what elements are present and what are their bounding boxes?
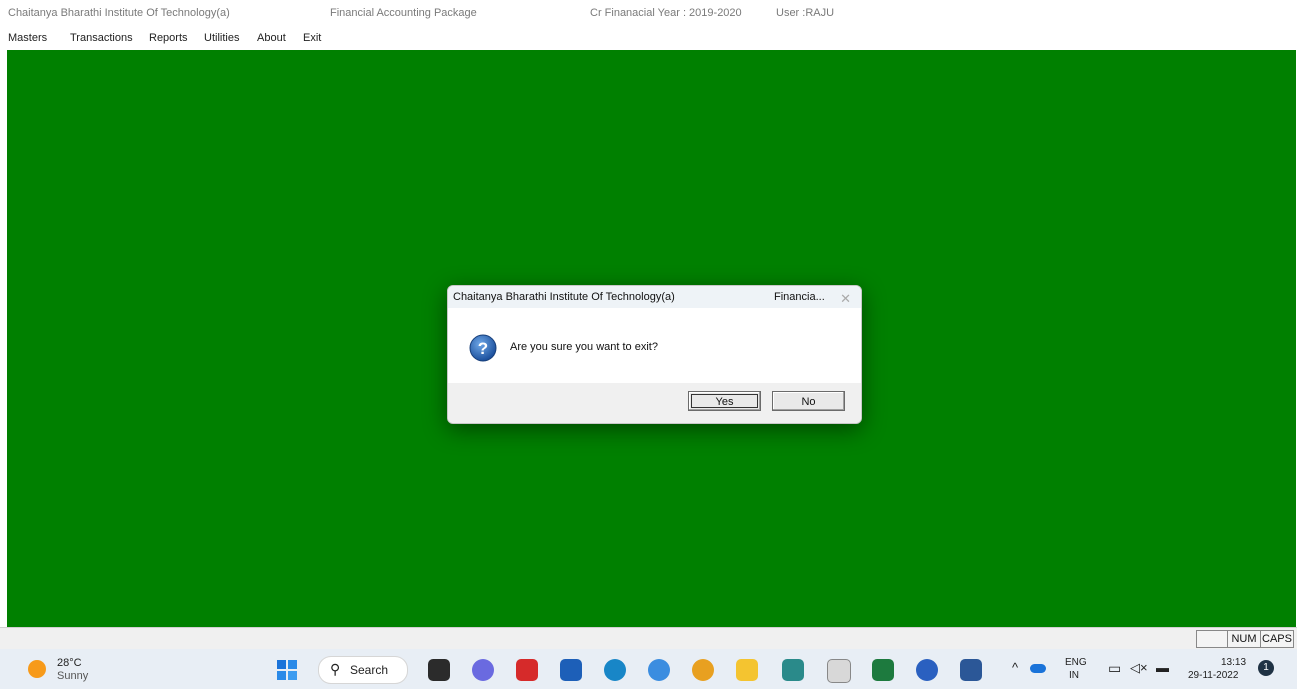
institute-name: Chaitanya Bharathi Institute Of Technolo… [8, 7, 230, 19]
language-region[interactable]: IN [1069, 670, 1079, 681]
chrome-icon[interactable] [692, 659, 714, 681]
financial-year: Cr Finanacial Year : 2019-2020 [590, 7, 742, 19]
menu-reports[interactable]: Reports [149, 32, 188, 44]
volume-icon[interactable]: ◁× [1130, 660, 1148, 676]
question-icon: ? [469, 334, 497, 362]
clock-date[interactable]: 29-11-2022 [1188, 670, 1238, 681]
menu-utilities[interactable]: Utilities [204, 32, 239, 44]
store-icon[interactable] [560, 659, 582, 681]
battery-icon[interactable]: ▬ [1156, 660, 1169, 675]
menu-exit[interactable]: Exit [303, 32, 321, 44]
svg-text:?: ? [478, 339, 488, 358]
weather-condition[interactable]: Sunny [57, 670, 88, 682]
current-user: User :RAJU [776, 7, 835, 19]
globe-icon[interactable] [916, 659, 938, 681]
word-icon[interactable] [960, 659, 982, 681]
search-label: Search [350, 663, 389, 677]
chevron-up-icon[interactable]: ^ [1012, 660, 1018, 675]
file-explorer-icon[interactable] [736, 659, 758, 681]
language-code[interactable]: ENG [1065, 657, 1087, 668]
search-icon: ⚲ [330, 661, 341, 677]
notification-badge[interactable]: 1 [1258, 660, 1274, 676]
chat-icon[interactable] [472, 659, 494, 681]
taskbar: 28°C Sunny ⚲ Search ^ ENG IN ▭ ◁× ▬ 13:1… [0, 649, 1297, 689]
taskbar-search[interactable]: ⚲ Search [318, 656, 408, 684]
help-app-icon[interactable] [648, 659, 670, 681]
app-icon[interactable] [782, 659, 804, 681]
dialog-footer: Yes No [448, 383, 861, 423]
dialog-title-bar[interactable]: Chaitanya Bharathi Institute Of Technolo… [448, 286, 861, 308]
onedrive-icon[interactable] [1030, 664, 1046, 673]
task-view-icon[interactable] [428, 659, 450, 681]
dialog-message: Are you sure you want to exit? [510, 341, 658, 353]
status-caps: CAPS [1260, 630, 1294, 648]
clock-time[interactable]: 13:13 [1221, 657, 1246, 668]
excel-icon[interactable] [872, 659, 894, 681]
yes-button[interactable]: Yes [688, 391, 761, 411]
app-title-bar: Chaitanya Bharathi Institute Of Technolo… [0, 0, 1297, 30]
dialog-body: ? Are you sure you want to exit? [448, 308, 861, 383]
menu-transactions[interactable]: Transactions [70, 32, 133, 44]
menu-masters[interactable]: Masters [8, 32, 47, 44]
notebook-icon[interactable] [827, 659, 851, 683]
status-num: NUM [1227, 630, 1261, 648]
package-name: Financial Accounting Package [330, 7, 477, 19]
edge-icon[interactable] [604, 659, 626, 681]
acrobat-icon[interactable] [516, 659, 538, 681]
status-cell-blank [1196, 630, 1228, 648]
dialog-title: Chaitanya Bharathi Institute Of Technolo… [453, 291, 675, 303]
menu-bar: Masters Transactions Reports Utilities A… [0, 30, 1297, 50]
weather-temp[interactable]: 28°C [57, 657, 82, 669]
menu-about[interactable]: About [257, 32, 286, 44]
weather-sun-icon[interactable] [28, 660, 46, 678]
close-icon[interactable]: ✕ [840, 291, 851, 307]
network-icon[interactable]: ▭ [1108, 660, 1121, 677]
windows-start-icon[interactable] [276, 659, 298, 681]
no-button[interactable]: No [772, 391, 845, 411]
dialog-title-right: Financia... [774, 291, 825, 303]
exit-confirm-dialog: Chaitanya Bharathi Institute Of Technolo… [447, 285, 862, 424]
status-bar: NUM CAPS [0, 627, 1297, 650]
